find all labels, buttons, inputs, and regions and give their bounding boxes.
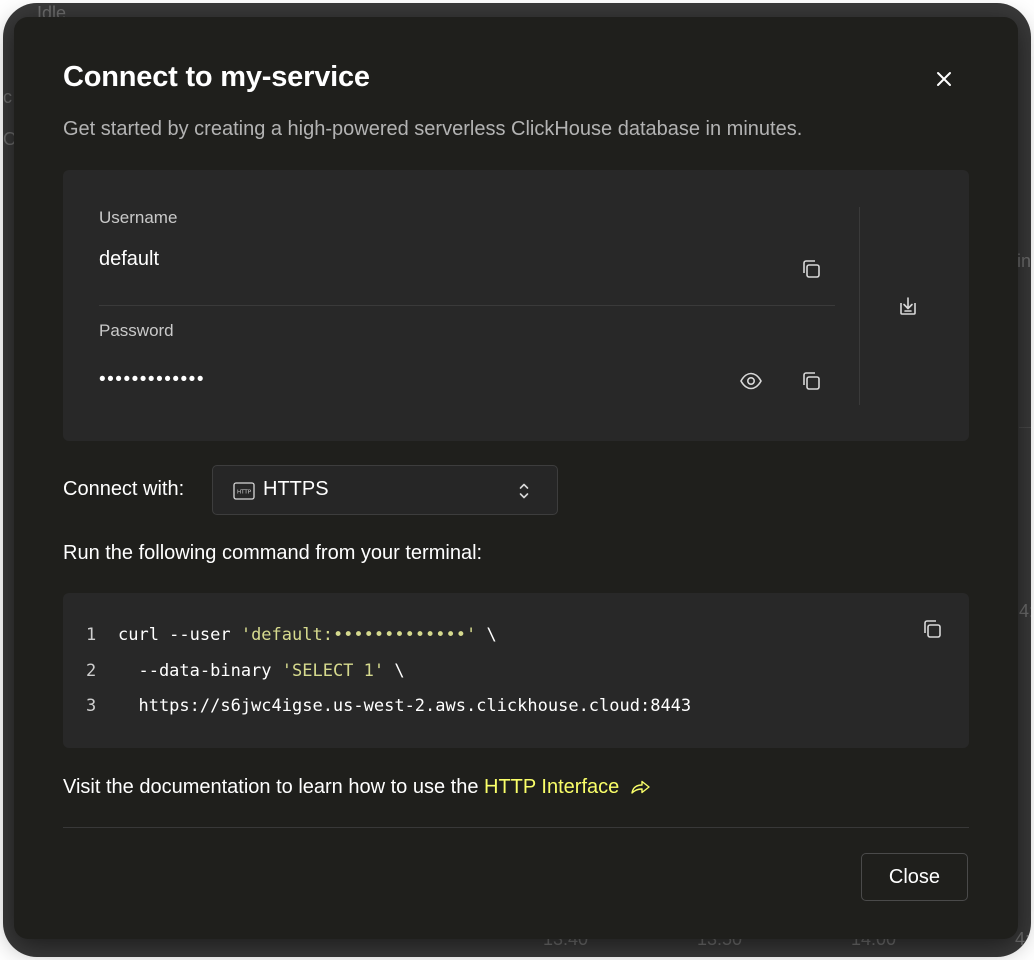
background-text-fragment: 4: [1019,601,1031,621]
background-axis-tick: 4: [1015,929,1031,949]
connect-modal: Connect to my-service Get started by cre… [14,17,1018,939]
code-text: https://s6jwc4igse.us-west-2.aws.clickho… [118,696,692,716]
close-button[interactable]: Close [861,853,968,901]
code-string: 'default:•••••••••••••' [240,625,477,645]
run-command-label: Run the following command from your term… [63,542,483,564]
line-number: 2 [86,661,97,681]
modal-subtitle: Get started by creating a high-powered s… [63,118,803,140]
code-text: curl --user [118,625,241,645]
background-text-fragment: c [3,87,12,107]
modal-title: Connect to my-service [63,61,370,93]
external-arrow-icon[interactable] [629,778,651,796]
protocol-select[interactable]: HTTP HTTPS [212,465,558,515]
eye-icon[interactable] [737,367,765,395]
credentials-divider [99,305,835,306]
docs-hint-text: Visit the documentation to learn how to … [63,776,485,798]
background-divider [1019,427,1031,428]
chevron-up-down-icon [519,483,529,499]
code-suffix: \ [384,661,405,681]
protocol-select-value: HTTPS [263,478,329,500]
docs-hint: Visit the documentation to learn how to … [63,776,651,799]
password-value[interactable]: ••••••••••••• [99,369,205,391]
svg-text:HTTP: HTTP [237,490,252,496]
close-icon[interactable] [932,67,956,91]
credentials-panel: Username default Password ••••••••••••• [63,170,969,441]
connect-with-label: Connect with: [63,478,185,500]
http-icon: HTTP [233,482,255,500]
password-label: Password [99,321,174,340]
username-label: Username [99,208,178,227]
background-text-fragment: in [1017,251,1031,271]
download-icon[interactable] [894,292,922,320]
code-suffix: \ [476,625,497,645]
line-number: 1 [86,625,97,645]
credentials-vertical-divider [859,207,860,405]
username-value[interactable]: default [99,248,159,271]
line-number: 3 [86,696,97,716]
code-text: --data-binary [118,661,282,681]
copy-username-icon[interactable] [797,255,825,283]
code-string: 'SELECT 1' [281,661,385,681]
http-interface-link[interactable]: HTTP Interface [484,776,619,798]
command-code-block: 1 curl --user 'default:•••••••••••••' \ … [63,593,969,748]
footer-divider [63,827,969,828]
copy-password-icon[interactable] [797,367,825,395]
copy-command-icon[interactable] [918,615,946,643]
